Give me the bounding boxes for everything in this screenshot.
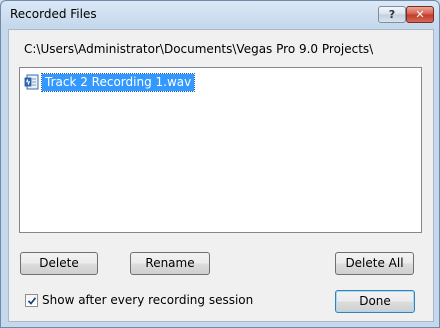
file-name: Track 2 Recording 1.wav (40, 72, 196, 92)
help-button[interactable]: ? (378, 6, 406, 23)
close-button[interactable]: ✕ (406, 6, 434, 23)
help-icon: ? (388, 8, 396, 21)
show-after-session-option[interactable]: Show after every recording session (25, 293, 253, 307)
dialog-title: Recorded Files (10, 7, 97, 21)
delete-all-button[interactable]: Delete All (335, 252, 414, 275)
close-icon: ✕ (415, 8, 425, 21)
show-after-session-label: Show after every recording session (42, 293, 254, 307)
recorded-files-list[interactable]: Track 2 Recording 1.wav (19, 67, 422, 233)
show-after-session-checkbox[interactable] (25, 293, 38, 307)
done-button[interactable]: Done (335, 290, 415, 313)
checkmark-icon (27, 296, 37, 305)
list-item[interactable]: Track 2 Recording 1.wav (24, 72, 196, 92)
rename-button[interactable]: Rename (130, 252, 210, 275)
delete-button[interactable]: Delete (20, 252, 98, 275)
recorded-files-dialog: Recorded Files ? ✕ C:\Users\Administrato… (0, 0, 440, 328)
dialog-body: C:\Users\Administrator\Documents\Vegas P… (8, 29, 434, 322)
title-bar[interactable]: Recorded Files ? ✕ (1, 1, 439, 29)
folder-path: C:\Users\Administrator\Documents\Vegas P… (24, 42, 374, 56)
audio-file-icon (24, 74, 39, 90)
